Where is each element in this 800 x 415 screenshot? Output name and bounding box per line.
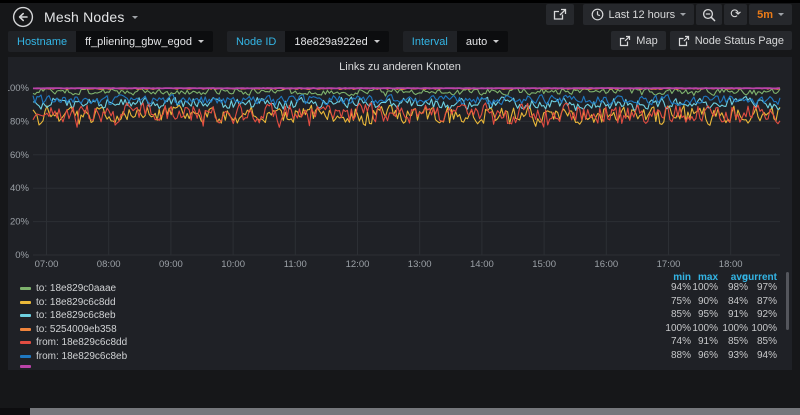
variable-value-dropdown[interactable]: auto [457,31,508,52]
horizontal-scrollbar-track [0,408,800,415]
legend-swatch-icon [20,355,31,358]
x-axis-tick: 13:00 [408,259,432,270]
refresh-interval-button[interactable]: 5m [749,4,792,25]
y-axis-tick: 80% [10,116,30,127]
refresh-button[interactable]: ⟳ [724,4,747,25]
dashboard-title-dropdown[interactable]: Mesh Nodes [44,9,138,25]
refresh-icon: ⟳ [730,8,741,21]
x-axis-tick: 16:00 [594,259,618,270]
legend-value-current: 97% [729,282,777,293]
legend-swatch-icon [20,287,31,290]
legend-item[interactable]: to: 18e829c6c8dd [20,297,116,308]
legend-series-name: from: 18e829c6c8dd [36,337,127,348]
time-range-button[interactable]: Last 12 hours [583,4,695,25]
legend-series-name: from: 18e829c6c8eb [36,351,127,362]
x-axis-tick: 09:00 [159,259,183,270]
time-picker-group: Last 12 hours ⟳ 5m [583,4,792,25]
chevron-down-icon [198,40,204,43]
legend-item[interactable] [20,365,31,368]
legend-item[interactable]: to: 18e829c0aaae [20,283,116,294]
magnifier-icon [702,8,716,22]
legend-swatch-icon [20,341,31,344]
legend-value-current: 100% [729,323,777,334]
legend-value-current: 85% [729,336,777,347]
y-axis-tick: 20% [10,217,30,228]
refresh-interval-label: 5m [757,9,773,21]
external-link-icon [678,35,690,47]
chevron-down-icon [374,40,380,43]
link-button-node-status-page[interactable]: Node Status Page [670,31,792,50]
graph-panel: Links zu anderen Knoten 0%20%40%60%80%10… [8,57,792,370]
time-range-label: Last 12 hours [609,9,676,21]
link-label: Node Status Page [695,35,784,47]
variable-hostname: Hostname ff_pliening_gbw_egod [8,31,213,52]
x-axis-tick: 17:00 [657,259,681,270]
template-variables: Hostname ff_pliening_gbw_egod Node ID 18e82… [8,31,508,53]
legend-series-name: to: 18e829c6c8eb [36,310,116,321]
page-title: Mesh Nodes [44,9,125,25]
legend-value-current: 87% [729,296,777,307]
y-axis-tick: 40% [10,183,30,194]
legend-series-name: to: 18e829c6c8dd [36,297,116,308]
x-axis-tick: 12:00 [346,259,370,270]
x-axis-tick: 10:00 [221,259,245,270]
legend-item[interactable]: from: 18e829c6c8dd [20,337,127,348]
link-label: Map [636,35,657,47]
chevron-down-icon [493,40,499,43]
variable-value: ff_pliening_gbw_egod [85,36,192,48]
series-line [33,95,780,106]
legend-swatch-icon [20,328,31,331]
x-axis-tick: 14:00 [470,259,494,270]
zoom-out-button[interactable] [696,4,722,25]
external-link-icon [619,35,631,47]
clock-icon [591,8,604,21]
dashboard-submenu: Hostname ff_pliening_gbw_egod Node ID 18e82… [8,31,792,53]
legend-value-current: 94% [729,350,777,361]
variable-node-id: Node ID 18e829a922ed [227,31,389,52]
x-axis-tick: 07:00 [35,259,59,270]
x-axis-tick: 08:00 [97,259,121,270]
share-button[interactable] [546,4,574,25]
chevron-down-icon [680,13,686,16]
chevron-down-icon [778,13,784,16]
y-axis-tick: 100% [8,83,30,94]
x-axis-tick: 15:00 [532,259,556,270]
chevron-down-icon [132,16,138,19]
variable-label: Interval [403,31,457,52]
share-icon [553,8,567,21]
navbar: Mesh Nodes Last 12 hours [0,3,800,30]
link-button-map[interactable]: Map [611,31,665,50]
x-axis-tick: 18:00 [719,259,743,270]
arrow-left-icon [12,6,34,28]
legend-series-name: to: 5254009eb358 [36,324,117,335]
legend-value-current: 92% [729,309,777,320]
back-button[interactable] [12,6,34,28]
variable-label: Hostname [8,31,76,52]
legend-item[interactable]: to: 5254009eb358 [20,324,117,335]
variable-value-dropdown[interactable]: 18e829a922ed [285,31,388,52]
legend-scrollbar[interactable] [786,272,789,330]
legend-swatch-icon [20,314,31,317]
variable-value-dropdown[interactable]: ff_pliening_gbw_egod [76,31,213,52]
legend-series-name: to: 18e829c0aaae [36,283,116,294]
dashboard-links: Map Node Status Page [611,31,792,53]
horizontal-scrollbar[interactable] [30,408,800,415]
y-axis-tick: 60% [10,150,30,161]
y-axis-tick: 0% [15,250,29,261]
variable-value: auto [466,36,487,48]
x-axis-tick: 11:00 [284,259,307,270]
navbar-actions: Last 12 hours ⟳ 5m [546,4,792,25]
variable-value: 18e829a922ed [294,36,367,48]
variable-label: Node ID [227,31,285,52]
legend-item[interactable]: from: 18e829c6c8eb [20,351,127,362]
variable-interval: Interval auto [403,31,509,52]
legend-swatch-icon [20,365,31,368]
legend-swatch-icon [20,301,31,304]
legend-item[interactable]: to: 18e829c6c8eb [20,310,116,321]
